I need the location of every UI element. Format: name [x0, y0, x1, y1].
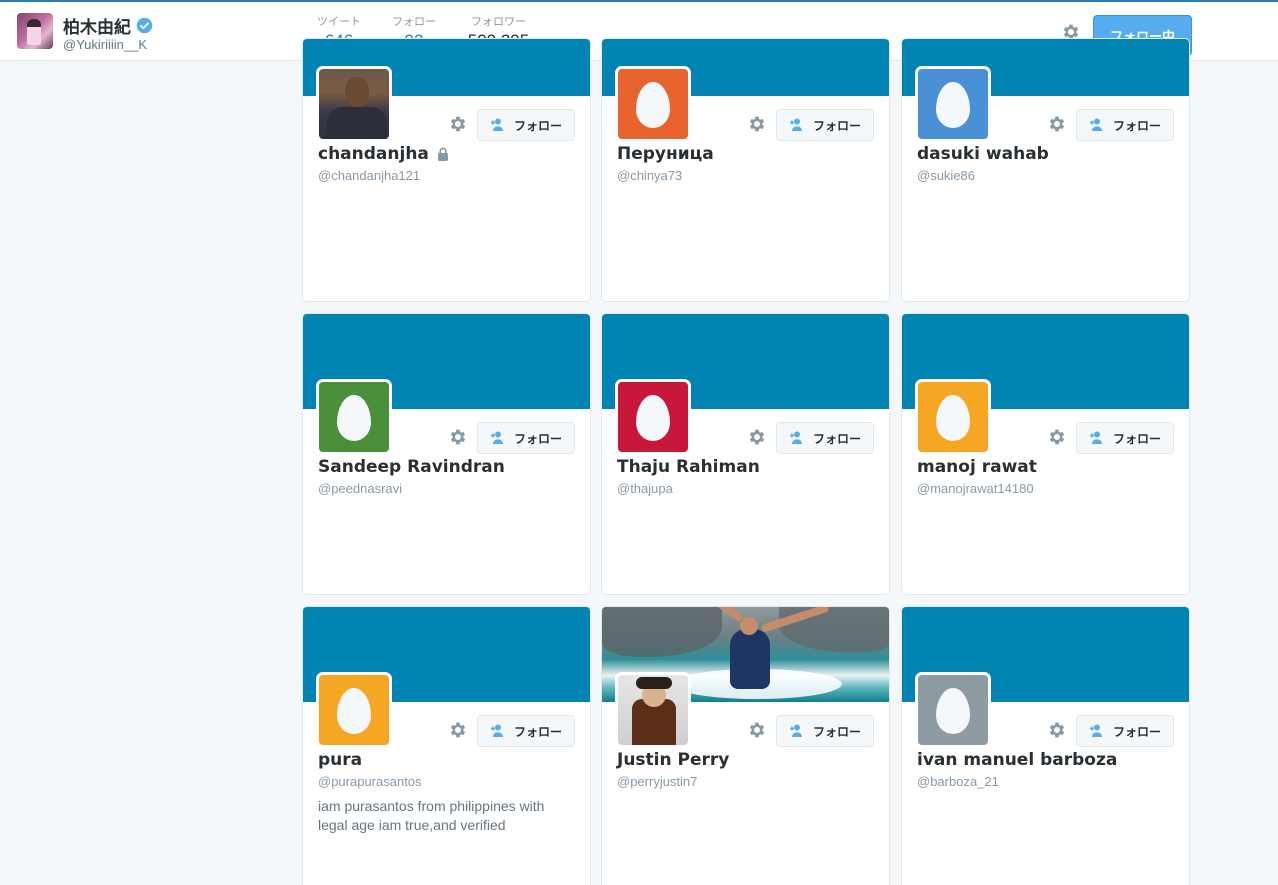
follow-button-label: フォロー [812, 431, 861, 446]
user-actions-gear-icon[interactable] [1047, 427, 1067, 447]
user-name-row[interactable]: manoj rawat [917, 457, 1037, 477]
user-name[interactable]: pura [318, 750, 362, 770]
user-name[interactable]: Thaju Rahiman [617, 457, 760, 477]
user-avatar[interactable] [915, 66, 991, 142]
stat-label: ツイート [317, 15, 361, 28]
default-egg-icon [636, 82, 670, 128]
user-avatar[interactable] [615, 672, 691, 748]
user-name-row[interactable]: chandanjha [318, 144, 449, 164]
user-handle[interactable]: @thajupa [617, 481, 673, 496]
user-handle[interactable]: @chandanjha121 [318, 168, 420, 183]
user-handle[interactable]: @peednasravi [318, 481, 402, 496]
user-name-row[interactable]: Перуница [617, 144, 714, 164]
user-card[interactable]: フォロー chandanjha @chandanjha121 [302, 38, 591, 302]
follow-button[interactable]: フォロー [1076, 715, 1174, 747]
follow-button[interactable]: フォロー [1076, 422, 1174, 454]
user-avatar[interactable] [615, 66, 691, 142]
user-card[interactable]: フォロー pura @purapurasantos iam purasantos fr… [302, 606, 591, 885]
add-user-icon [490, 724, 508, 738]
user-name-row[interactable]: ivan manuel barboza [917, 750, 1117, 770]
follow-button[interactable]: フォロー [1076, 109, 1174, 141]
follow-button-label: フォロー [513, 724, 562, 739]
user-avatar[interactable] [915, 379, 991, 455]
follow-button-label: フォロー [1112, 724, 1161, 739]
user-actions-gear-icon[interactable] [747, 114, 767, 134]
follow-button[interactable]: フォロー [477, 715, 575, 747]
user-card[interactable]: フォロー manoj rawat @manojrawat14180 [901, 313, 1190, 595]
user-card[interactable]: フォロー Sandeep Ravindran @peednasravi [302, 313, 591, 595]
user-actions-gear-icon[interactable] [448, 720, 468, 740]
default-egg-icon [936, 82, 970, 128]
user-name[interactable]: ivan manuel barboza [917, 750, 1117, 770]
stat-label: フォロワー [471, 15, 526, 28]
stat-label: フォロー [392, 15, 436, 28]
default-egg-icon [337, 688, 371, 734]
profile-name-row[interactable]: 柏木由紀 [63, 13, 153, 38]
user-actions-gear-icon[interactable] [747, 720, 767, 740]
default-egg-icon [936, 688, 970, 734]
user-name[interactable]: Перуница [617, 144, 714, 164]
profile-name[interactable]: 柏木由紀 [63, 13, 131, 38]
user-handle[interactable]: @chinya73 [617, 168, 682, 183]
protected-lock-icon [437, 147, 449, 161]
user-name-row[interactable]: Justin Perry [617, 750, 729, 770]
user-avatar[interactable] [615, 379, 691, 455]
user-handle[interactable]: @perryjustin7 [617, 774, 697, 789]
follow-button-label: フォロー [1112, 118, 1161, 133]
add-user-icon [490, 431, 508, 445]
add-user-icon [1089, 118, 1107, 132]
user-card[interactable]: フォロー dasuki wahab @sukie86 [901, 38, 1190, 302]
user-card[interactable]: フォロー Justin Perry @perryjustin7 [601, 606, 890, 885]
add-user-icon [1089, 724, 1107, 738]
verified-badge-icon [136, 17, 153, 34]
add-user-icon [789, 724, 807, 738]
profile-handle: @Yukiriiiin__K [63, 37, 148, 52]
add-user-icon [789, 431, 807, 445]
follow-button[interactable]: フォロー [776, 715, 874, 747]
follow-button-label: フォロー [812, 118, 861, 133]
follow-button-label: フォロー [513, 118, 562, 133]
user-name-row[interactable]: Sandeep Ravindran [318, 457, 505, 477]
user-name[interactable]: Sandeep Ravindran [318, 457, 505, 477]
add-user-icon [789, 118, 807, 132]
user-name[interactable]: chandanjha [318, 144, 429, 164]
user-name-row[interactable]: dasuki wahab [917, 144, 1049, 164]
user-card[interactable]: フォロー Thaju Rahiman @thajupa [601, 313, 890, 595]
follow-button-label: フォロー [1112, 431, 1161, 446]
follow-button[interactable]: フォロー [776, 109, 874, 141]
default-egg-icon [337, 395, 371, 441]
user-avatar[interactable] [915, 672, 991, 748]
follow-button-label: フォロー [513, 431, 562, 446]
user-name-row[interactable]: pura [318, 750, 362, 770]
user-name-row[interactable]: Thaju Rahiman [617, 457, 760, 477]
user-card[interactable]: フォロー Перуница @chinya73 [601, 38, 890, 302]
user-name[interactable]: dasuki wahab [917, 144, 1049, 164]
profile-avatar[interactable] [17, 13, 53, 49]
user-name[interactable]: manoj rawat [917, 457, 1037, 477]
user-name[interactable]: Justin Perry [617, 750, 729, 770]
add-user-icon [490, 118, 508, 132]
user-handle[interactable]: @barboza_21 [917, 774, 999, 789]
follow-button[interactable]: フォロー [776, 422, 874, 454]
user-actions-gear-icon[interactable] [1047, 114, 1067, 134]
default-egg-icon [636, 395, 670, 441]
add-user-icon [1089, 431, 1107, 445]
user-bio: iam purasantos from philippines with leg… [318, 798, 545, 833]
user-avatar[interactable] [316, 379, 392, 455]
user-actions-gear-icon[interactable] [1047, 720, 1067, 740]
user-card[interactable]: フォロー ivan manuel barboza @barboza_21 [901, 606, 1190, 885]
user-avatar[interactable] [316, 66, 392, 142]
default-egg-icon [936, 395, 970, 441]
user-avatar[interactable] [316, 672, 392, 748]
follow-button[interactable]: フォロー [477, 109, 575, 141]
follow-button-label: フォロー [812, 724, 861, 739]
user-handle[interactable]: @purapurasantos [318, 774, 422, 789]
user-actions-gear-icon[interactable] [448, 114, 468, 134]
user-handle[interactable]: @sukie86 [917, 168, 975, 183]
user-handle[interactable]: @manojrawat14180 [917, 481, 1034, 496]
user-actions-gear-icon[interactable] [448, 427, 468, 447]
user-actions-gear-icon[interactable] [747, 427, 767, 447]
follow-button[interactable]: フォロー [477, 422, 575, 454]
